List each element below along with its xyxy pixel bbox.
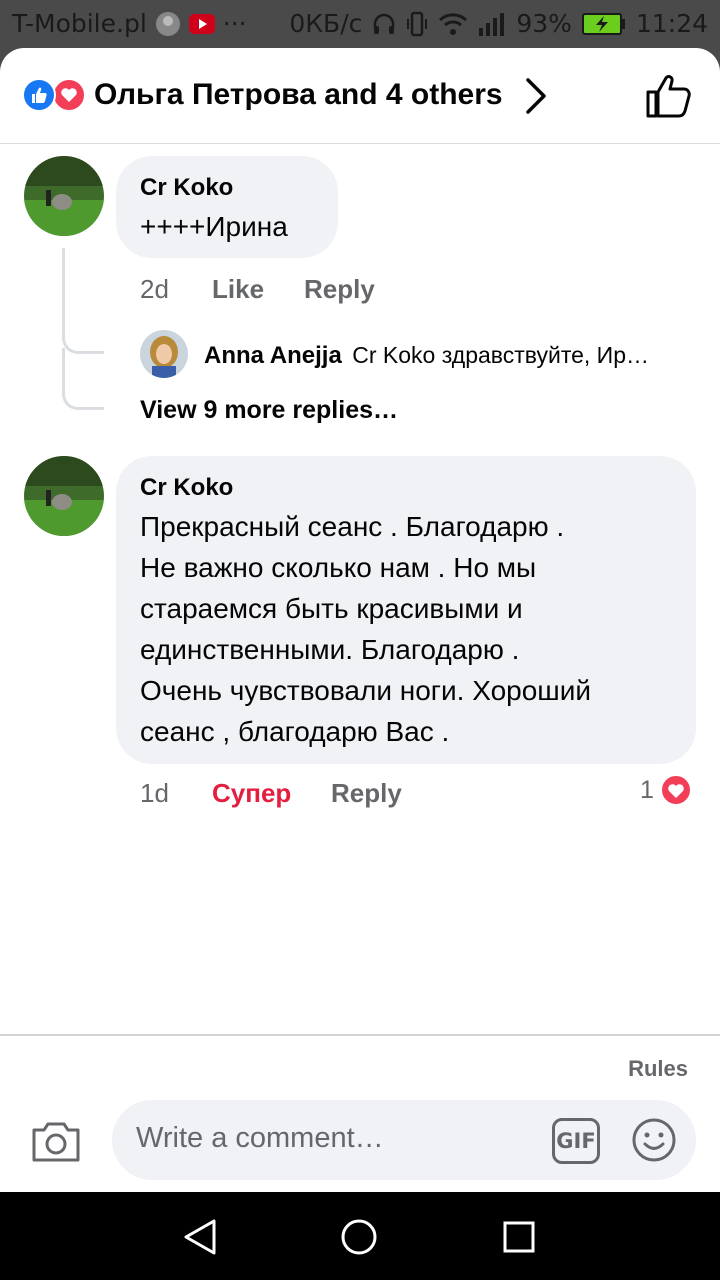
composer-divider (0, 1034, 720, 1036)
home-nav-icon[interactable] (340, 1218, 378, 1256)
comment-time: 1d (140, 778, 169, 808)
comment-placeholder: Write a comment… (136, 1122, 384, 1154)
avatar[interactable] (140, 330, 188, 378)
gif-icon[interactable]: GIF (552, 1118, 600, 1164)
camera-icon[interactable] (30, 1120, 82, 1164)
reactions-header: Ольга Петрова and 4 others (0, 48, 720, 144)
comment-time: 2d (140, 274, 169, 304)
like-reaction-icon (22, 78, 56, 112)
photo-notification-icon (155, 11, 180, 36)
emoji-icon[interactable] (630, 1116, 678, 1164)
comment-line: Не важно сколько нам . Но мы (140, 552, 537, 583)
battery-level: 93% (516, 9, 572, 38)
comment-line: Очень чувствовали ноги. Хороший (140, 675, 592, 706)
comment-line: единственными. Благодарю . (140, 634, 520, 665)
comment-line: Прекрасный сеанс . Благодарю . (140, 511, 565, 542)
avatar[interactable] (24, 156, 104, 236)
like-button[interactable]: Like (212, 274, 264, 305)
chevron-right-icon[interactable] (522, 76, 550, 116)
system-navigation-bar (0, 1192, 720, 1280)
youtube-notification-icon (188, 13, 215, 34)
reactors-link[interactable]: Ольга Петрова and 4 others (94, 78, 503, 112)
battery-charging-icon (581, 12, 625, 35)
rules-link[interactable]: Rules (628, 1056, 688, 1082)
comment-line: стараемся быть красивыми и (140, 593, 523, 624)
clock: 11:24 (635, 9, 708, 38)
thumbs-up-icon[interactable] (644, 74, 692, 118)
reply-button[interactable]: Reply (304, 274, 375, 305)
headphones-icon (374, 13, 395, 34)
carrier-name: T-Mobile.pl (12, 9, 147, 38)
back-nav-icon[interactable] (182, 1218, 218, 1256)
comment-text: Прекрасный сеанс . Благодарю . Не важно … (140, 506, 591, 752)
more-notifications-icon: ··· (222, 9, 247, 38)
reaction-summary[interactable] (22, 78, 88, 112)
avatar[interactable] (24, 456, 104, 536)
reply-text: Cr Koko здравствуйте, Ир… (352, 342, 650, 368)
comment-input[interactable]: Write a comment… GIF (112, 1100, 696, 1180)
comment-bubble[interactable]: Cr Koko ++++Ирина (116, 156, 338, 258)
comment-author[interactable]: Cr Koko (140, 174, 233, 202)
reply-preview[interactable]: Anna Anejja Cr Koko здравствуйте, Ир… (204, 342, 694, 370)
love-reaction-icon (52, 78, 86, 112)
thread-connector (62, 348, 104, 410)
comment-text: ++++Ирина (140, 211, 288, 242)
status-bar: T-Mobile.pl ··· 0КБ/с 93% 11:24 (0, 0, 720, 50)
recents-nav-icon[interactable] (502, 1220, 536, 1254)
vibrate-icon (407, 11, 428, 36)
reaction-count[interactable]: 1 (640, 774, 692, 806)
comment-line: сеанс , благодарю Вас . (140, 716, 450, 747)
reply-button[interactable]: Reply (331, 778, 402, 809)
wifi-icon (439, 12, 468, 35)
reaction-count-number: 1 (640, 775, 654, 804)
view-more-replies-link[interactable]: View 9 more replies… (140, 396, 398, 425)
comments-sheet: Ольга Петрова and 4 others Cr Koko ++++И… (0, 48, 720, 1192)
signal-icon (479, 12, 505, 36)
reply-author[interactable]: Anna Anejja (204, 342, 342, 369)
reaction-button[interactable]: Супер (212, 778, 291, 809)
comment-author[interactable]: Cr Koko (140, 474, 233, 502)
thread-connector (62, 248, 104, 354)
network-speed: 0КБ/с (289, 9, 363, 38)
comment-bubble[interactable]: Cr Koko Прекрасный сеанс . Благодарю . Н… (116, 456, 696, 764)
heart-reaction-icon (659, 774, 692, 806)
